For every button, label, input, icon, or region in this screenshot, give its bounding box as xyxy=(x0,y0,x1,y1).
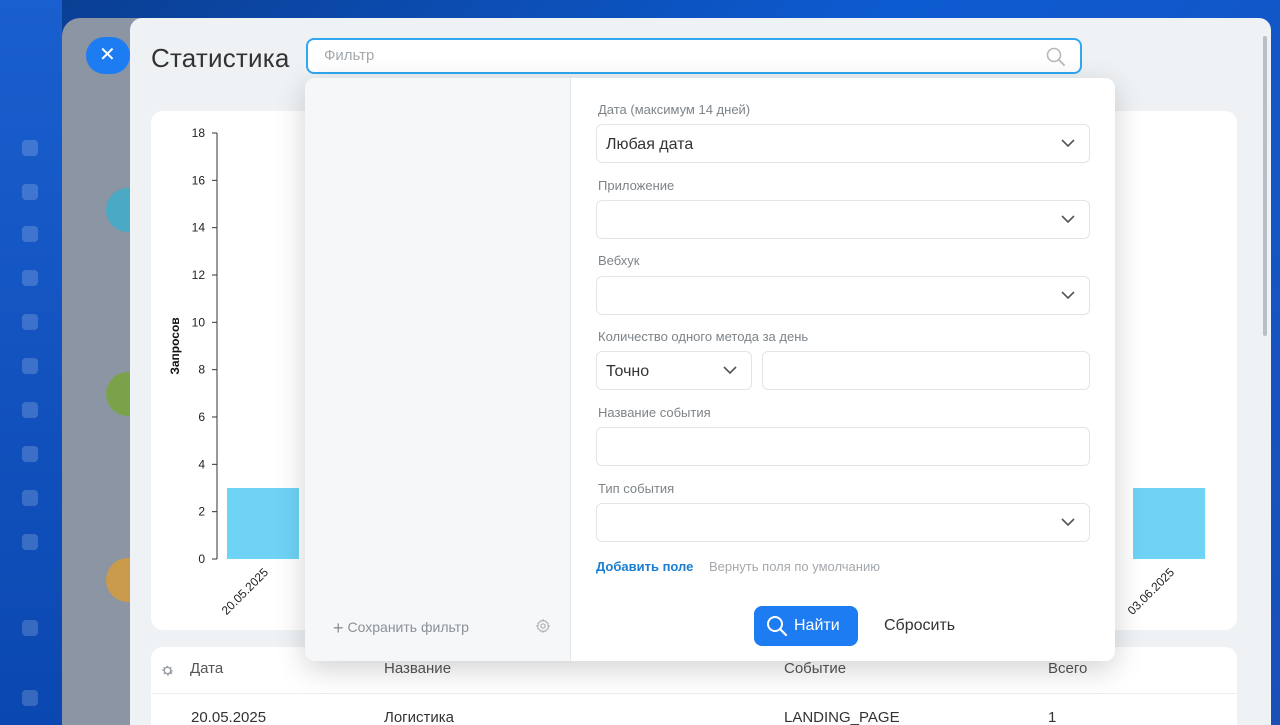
page-title: Статистика xyxy=(151,43,290,73)
y-tick-label: 6 xyxy=(198,410,205,424)
search-icon[interactable] xyxy=(1046,47,1066,67)
save-filter-button[interactable]: + Сохранить фильтр xyxy=(333,618,469,639)
event-name-input[interactable] xyxy=(596,427,1090,466)
bar xyxy=(227,488,299,559)
count-mode-select[interactable]: Точно xyxy=(596,351,752,390)
background-sidebar xyxy=(0,0,62,725)
plus-icon: + xyxy=(333,618,344,638)
count-label: Количество одного метода за день xyxy=(598,329,809,344)
table-settings-icon[interactable] xyxy=(160,663,175,678)
filter-popup: + Сохранить фильтр Дата (максимум 14 дней… xyxy=(305,78,1115,661)
y-tick-label: 2 xyxy=(198,505,205,519)
close-button[interactable]: ✕ xyxy=(86,37,130,74)
column-header-date[interactable]: Дата xyxy=(190,660,223,677)
y-tick-label: 0 xyxy=(198,552,205,566)
cell-name: Логистика xyxy=(384,709,455,725)
chevron-down-icon xyxy=(1061,139,1075,148)
y-tick-label: 12 xyxy=(192,268,206,282)
count-mode-value: Точно xyxy=(606,363,650,380)
event-name-label: Название события xyxy=(598,405,711,420)
date-value: Любая дата xyxy=(606,136,694,153)
cell-total: 1 xyxy=(1048,709,1057,725)
y-tick-label: 10 xyxy=(192,315,206,329)
app-label: Приложение xyxy=(598,178,675,193)
y-tick-label: 4 xyxy=(198,457,205,471)
webhook-label: Вебхук xyxy=(598,253,640,268)
webhook-select[interactable] xyxy=(596,276,1090,315)
y-tick-label: 14 xyxy=(192,221,206,235)
y-axis-label: Запросов xyxy=(168,317,182,374)
date-select[interactable]: Любая дата xyxy=(596,124,1090,163)
filter-search-bar[interactable] xyxy=(306,38,1082,74)
reset-button[interactable]: Сбросить xyxy=(884,617,955,635)
y-tick-label: 16 xyxy=(192,173,206,187)
close-icon: ✕ xyxy=(99,44,116,66)
column-header-name[interactable]: Название xyxy=(384,660,451,677)
find-button[interactable]: Найти xyxy=(754,606,858,646)
find-button-label: Найти xyxy=(794,617,840,634)
event-type-label: Тип события xyxy=(598,481,675,496)
column-header-event[interactable]: Событие xyxy=(784,660,846,677)
column-header-total[interactable]: Всего xyxy=(1048,660,1087,677)
save-filter-label: Сохранить фильтр xyxy=(347,619,469,635)
scrollbar[interactable] xyxy=(1263,36,1267,336)
y-tick-label: 18 xyxy=(192,126,206,140)
chevron-down-icon xyxy=(1061,215,1075,224)
cell-date: 20.05.2025 xyxy=(191,709,267,725)
event-type-select[interactable] xyxy=(596,503,1090,542)
app-select[interactable] xyxy=(596,200,1090,239)
date-label: Дата (максимум 14 дней) xyxy=(598,102,751,117)
count-input[interactable] xyxy=(762,351,1090,390)
x-tick-label: 03.06.2025 xyxy=(1125,565,1178,618)
bar xyxy=(1133,488,1205,559)
search-icon xyxy=(767,616,788,637)
filter-input[interactable] xyxy=(324,47,1024,64)
chevron-down-icon xyxy=(1061,291,1075,300)
x-tick-label: 20.05.2025 xyxy=(219,565,272,618)
table-divider xyxy=(151,693,1237,694)
filter-settings-icon[interactable] xyxy=(535,618,551,634)
cell-event: LANDING_PAGE xyxy=(784,709,900,725)
chevron-down-icon xyxy=(723,366,737,375)
add-field-link[interactable]: Добавить поле xyxy=(596,559,693,574)
saved-filters-panel: + Сохранить фильтр xyxy=(305,78,571,661)
y-tick-label: 8 xyxy=(198,363,205,377)
chevron-down-icon xyxy=(1061,518,1075,527)
reset-fields-link[interactable]: Вернуть поля по умолчанию xyxy=(709,559,880,574)
